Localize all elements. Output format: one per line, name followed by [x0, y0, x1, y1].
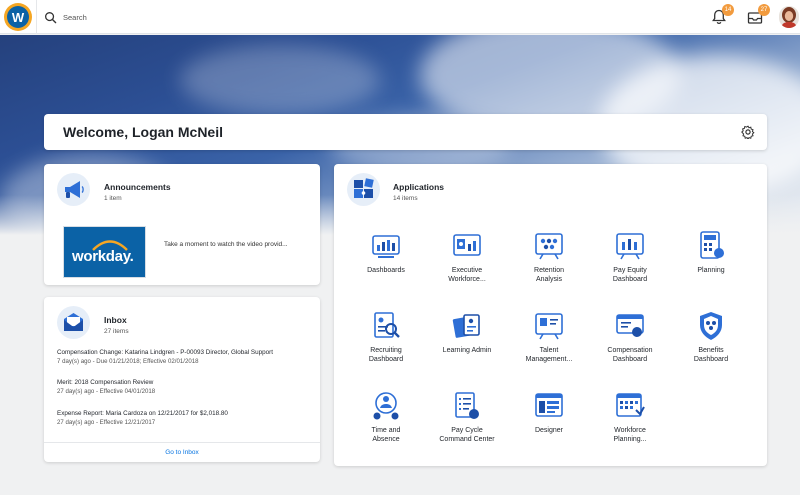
video-thumbnail[interactable]: workday.: [63, 226, 146, 278]
notifications-button[interactable]: 14: [710, 4, 734, 26]
welcome-title: Welcome, Logan McNeil: [63, 124, 223, 140]
workforce-planning-icon: [616, 393, 645, 417]
avatar[interactable]: [779, 6, 799, 28]
go-to-inbox-link[interactable]: Go to Inbox: [44, 442, 320, 462]
pay-equity-icon: [616, 233, 644, 260]
announcements-title: Announcements: [104, 182, 171, 192]
inbox-item[interactable]: Merit: 2018 Compensation Review 27 day(s…: [57, 379, 312, 395]
inbox-item-title: Expense Report: Maria Cardoza on 12/21/2…: [57, 410, 228, 417]
video-logo-text: workday.: [72, 248, 134, 265]
app-label: Workforce: [614, 427, 646, 434]
app-label: Analysis: [535, 276, 563, 283]
app-retention-analysis[interactable]: Retention Analysis: [509, 230, 589, 284]
app-label: Dashboard: [368, 356, 404, 363]
logo-letter: W: [12, 10, 25, 25]
app-label: Absence: [372, 436, 400, 443]
gear-icon[interactable]: [741, 125, 755, 139]
inbox-title: Inbox: [104, 315, 127, 325]
app-label: Dashboard: [693, 356, 729, 363]
app-label: Dashboard: [612, 356, 648, 363]
announcements-count: 1 item: [104, 195, 122, 202]
app-pay-cycle[interactable]: Pay Cycle Command Center: [427, 390, 507, 444]
app-label: Dashboards: [367, 267, 405, 274]
megaphone-icon: [57, 173, 90, 206]
app-label: Recruiting: [370, 347, 402, 354]
app-label: Command Center: [439, 436, 495, 443]
inbox-button[interactable]: 27: [746, 4, 770, 26]
search-icon: [45, 11, 57, 23]
recruiting-icon: [374, 312, 400, 338]
app-label: Time and: [371, 427, 401, 434]
inbox-card: Inbox 27 items Compensation Change: Kata…: [44, 297, 320, 462]
app-label: Executive: [451, 267, 483, 274]
search-input[interactable]: Search: [63, 13, 87, 22]
benefits-icon: [700, 312, 722, 340]
app-label: Benefits: [698, 347, 724, 354]
app-label: Pay Equity: [613, 267, 647, 274]
app-planning[interactable]: Planning: [671, 230, 751, 275]
workday-logo[interactable]: W: [3, 2, 33, 32]
app-label: Planning: [697, 267, 725, 274]
divider: [36, 0, 37, 34]
app-label: Talent: [539, 347, 559, 354]
applications-card: Applications 14 items Dashboards Executi…: [334, 164, 767, 466]
app-label: Compensation: [607, 347, 653, 354]
app-recruiting[interactable]: Recruiting Dashboard: [346, 310, 426, 364]
pay-cycle-icon: [455, 392, 479, 419]
app-designer[interactable]: Designer: [509, 390, 589, 435]
app-workforce-planning[interactable]: Workforce Planning...: [590, 390, 670, 444]
app-label: Dashboard: [612, 276, 648, 283]
app-label: Workforce...: [448, 276, 486, 283]
inbox-item-meta: 27 day(s) ago - Effective 12/21/2017: [57, 419, 156, 426]
search-bar[interactable]: Search: [44, 9, 87, 25]
app-dashboards[interactable]: Dashboards: [346, 230, 426, 275]
inbox-item-meta: 7 day(s) ago - Due 01/21/2018; Effective…: [57, 358, 199, 365]
designer-icon: [535, 393, 563, 417]
dashboards-icon: [372, 235, 400, 258]
puzzle-icon: [347, 173, 380, 206]
welcome-card: Welcome, Logan McNeil: [44, 114, 767, 150]
executive-workforce-icon: [453, 234, 481, 256]
applications-count: 14 items: [393, 195, 418, 202]
compensation-icon: [616, 314, 644, 337]
inbox-badge: 27: [758, 4, 770, 16]
envelope-icon: [57, 306, 90, 339]
learning-admin-icon: [452, 314, 480, 338]
inbox-count: 27 items: [104, 328, 129, 335]
retention-analysis-icon: [535, 233, 563, 260]
applications-title: Applications: [393, 182, 445, 192]
notifications-badge: 14: [722, 4, 734, 16]
announcements-card: Announcements 1 item workday. Take a mom…: [44, 164, 320, 285]
app-executive-workforce[interactable]: Executive Workforce...: [427, 230, 507, 284]
inbox-item[interactable]: Expense Report: Maria Cardoza on 12/21/2…: [57, 410, 312, 426]
app-label: Learning Admin: [442, 347, 492, 354]
app-label: Planning...: [613, 436, 647, 443]
app-label: Retention: [534, 267, 564, 274]
inbox-item-title: Compensation Change: Katarina Lindgren -…: [57, 349, 273, 356]
time-absence-icon: [373, 392, 399, 420]
app-label: Pay Cycle: [451, 427, 483, 434]
app-label: Management...: [525, 356, 573, 363]
user-avatar-icon: [779, 6, 799, 28]
top-bar: W Search 14 27: [0, 0, 800, 34]
announcement-link[interactable]: Take a moment to watch the video provid.…: [164, 241, 288, 248]
app-pay-equity[interactable]: Pay Equity Dashboard: [590, 230, 670, 284]
inbox-item-meta: 27 day(s) ago - Effective 04/01/2018: [57, 388, 156, 395]
inbox-item[interactable]: Compensation Change: Katarina Lindgren -…: [57, 349, 312, 365]
inbox-item-title: Merit: 2018 Compensation Review: [57, 379, 154, 386]
app-compensation[interactable]: Compensation Dashboard: [590, 310, 670, 364]
app-time-absence[interactable]: Time and Absence: [346, 390, 426, 444]
app-learning-admin[interactable]: Learning Admin: [427, 310, 507, 355]
talent-management-icon: [535, 313, 563, 340]
app-talent-management[interactable]: Talent Management...: [509, 310, 589, 364]
app-label: Designer: [534, 427, 563, 434]
app-benefits[interactable]: Benefits Dashboard: [671, 310, 751, 364]
planning-icon: [700, 231, 724, 259]
